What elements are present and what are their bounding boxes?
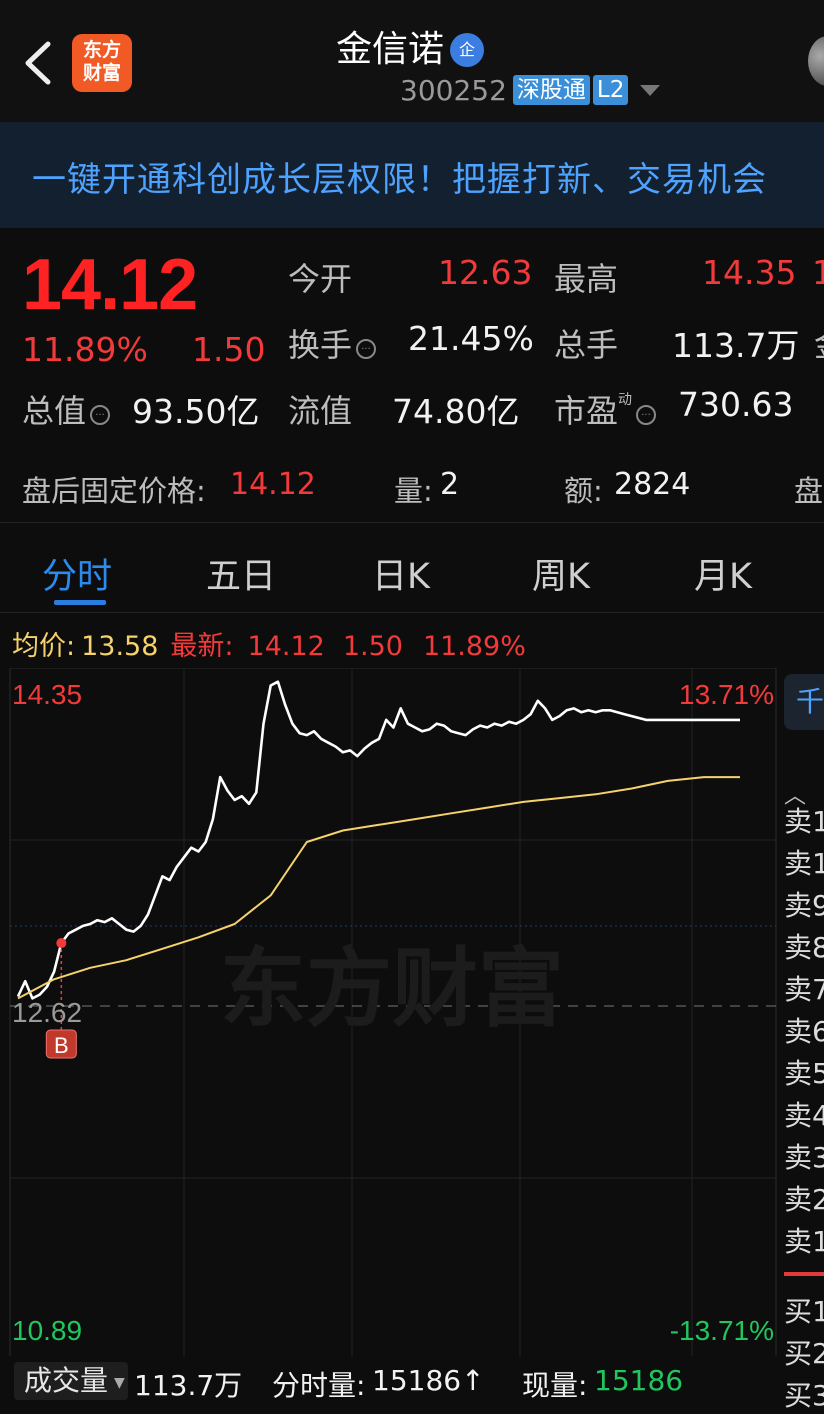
- sell-level-label: 卖1: [784, 805, 824, 838]
- after-edge-char: 盘: [794, 474, 824, 508]
- order-book-toggle-button[interactable]: 千: [784, 674, 824, 730]
- avg-value: 13.58: [81, 631, 159, 662]
- open-value: 12.63: [438, 253, 533, 292]
- divider: [784, 1272, 824, 1276]
- active-tab-indicator: [54, 600, 106, 605]
- chevron-down-icon[interactable]: [640, 85, 661, 96]
- mktcap-value: 93.50亿: [132, 392, 260, 431]
- edge-char-2: 金: [814, 320, 824, 366]
- info-icon[interactable]: ···: [356, 339, 377, 359]
- after-hours-row: 盘后固定价格: 14.12 量: 2 额: 2824 盘: [0, 452, 824, 520]
- caret-down-icon: ▼: [114, 1375, 125, 1391]
- intraday-chart[interactable]: 东方财富 B 14.35 12.62 10.89 13.71% -13.71%: [0, 668, 778, 1356]
- now-volume-value: 15186: [594, 1364, 684, 1397]
- after-price-value: 14.12: [230, 467, 316, 502]
- arrow-up-icon: ↑: [461, 1364, 485, 1397]
- tick-volume-label: 分时量:: [272, 1369, 366, 1402]
- tab-five-day[interactable]: 五日: [206, 548, 276, 599]
- tab-daily-k[interactable]: 日K: [372, 548, 430, 599]
- stock-title: 金信诺企: [0, 20, 824, 72]
- after-price-label: 盘后固定价格:: [22, 474, 206, 508]
- now-volume-label: 现量:: [522, 1369, 588, 1402]
- order-book-panel[interactable]: 千 ︿ 卖1 卖1 卖9 卖8 卖7 卖6 卖5 卖4 卖3 卖2 卖1 买1 买2 买3: [778, 668, 824, 1412]
- float-value: 74.80亿: [392, 392, 520, 431]
- after-qty-value: 2: [440, 467, 460, 502]
- current-price: 14.12: [22, 245, 198, 325]
- pe-super: 动: [618, 392, 633, 408]
- open-label: 今开: [288, 260, 353, 298]
- stock-code: 300252: [400, 74, 507, 107]
- tab-monthly-k[interactable]: 月K: [694, 548, 752, 599]
- latest-change: 1.50: [342, 631, 403, 662]
- after-qty-label: 量:: [394, 474, 433, 508]
- buy-level-label: 买1: [784, 1295, 824, 1328]
- latest-label: 最新:: [170, 631, 234, 662]
- sell-level-label: 卖3: [784, 1141, 824, 1174]
- sell-level-label: 卖7: [784, 973, 824, 1006]
- high-value: 14.35: [702, 253, 797, 292]
- chart-legend-row: 均价: 13.58 最新: 14.12 1.50 11.89%: [12, 624, 526, 663]
- total-volume: 113.7万: [134, 1369, 243, 1402]
- pe-label[interactable]: 市盈动···: [554, 386, 657, 432]
- latest-pct: 11.89%: [422, 631, 526, 662]
- sell-level-label: 卖1: [784, 1225, 824, 1258]
- tab-intraday[interactable]: 分时: [42, 548, 112, 599]
- change-value: 1.50: [192, 330, 266, 369]
- buy-marker-label: B: [54, 1033, 69, 1058]
- volume-bar: 成交量 ▼ 113.7万 分时量: 15186↑ 现量: 15186: [0, 1356, 824, 1405]
- volume-label: 总手: [554, 326, 619, 364]
- y-top-label: 14.35: [12, 679, 82, 710]
- info-icon[interactable]: ···: [636, 405, 657, 425]
- level-tag: L2: [592, 75, 629, 105]
- tick-volume-value: 15186↑: [372, 1364, 485, 1397]
- sell-level-label: 卖9: [784, 889, 824, 922]
- latest-value: 14.12: [247, 631, 325, 662]
- sell-level-label: 卖6: [784, 1015, 824, 1048]
- y-bottom-label: 10.89: [12, 1315, 82, 1346]
- after-amount-label: 额:: [564, 474, 603, 508]
- sell-level-label: 卖2: [784, 1183, 824, 1216]
- pct-top-label: 13.71%: [679, 679, 774, 710]
- y-mid-label: 12.62: [12, 997, 82, 1028]
- divider: [0, 522, 824, 523]
- promo-banner-text[interactable]: 一键开通科创成长层权限！把握打新、交易机会: [32, 152, 767, 201]
- stock-code-row[interactable]: 300252 深股通 L2: [400, 74, 661, 110]
- pe-value: 730.63: [678, 385, 794, 424]
- sell-level-label: 卖4: [784, 1099, 824, 1132]
- volume-value: 113.7万: [672, 326, 800, 365]
- connect-tag: 深股通: [512, 75, 590, 105]
- indicator-select[interactable]: 成交量 ▼: [14, 1362, 128, 1400]
- info-icon[interactable]: ···: [90, 405, 111, 425]
- high-label: 最高: [554, 260, 619, 298]
- stock-name: 金信诺: [335, 29, 444, 70]
- mktcap-label[interactable]: 总值 ···: [22, 386, 111, 432]
- watermark: 东方财富: [220, 939, 564, 1039]
- sell-level-label: 卖8: [784, 931, 824, 964]
- tab-weekly-k[interactable]: 周K: [532, 548, 590, 599]
- edge-char-1: 1: [812, 253, 824, 292]
- buy-point: [56, 938, 67, 949]
- float-label: 流值: [288, 392, 353, 430]
- turnover-label[interactable]: 换手 ···: [288, 320, 377, 366]
- divider: [0, 612, 824, 613]
- sell-level-label: 卖5: [784, 1057, 824, 1090]
- enterprise-badge: 企: [450, 33, 484, 67]
- sell-level-label: 卖1: [784, 847, 824, 880]
- change-pct: 11.89%: [22, 330, 148, 369]
- pct-bottom-label: -13.71%: [670, 1315, 774, 1346]
- after-amount-value: 2824: [614, 467, 691, 502]
- turnover-value: 21.45%: [408, 319, 534, 358]
- avg-label: 均价:: [12, 631, 76, 662]
